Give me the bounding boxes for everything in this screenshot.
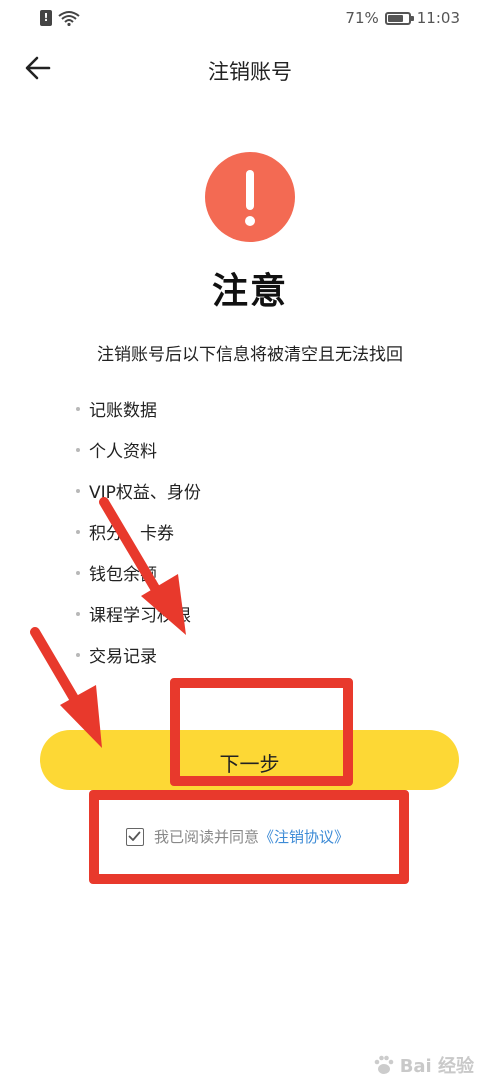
exclamation-icon bbox=[245, 170, 255, 226]
annotation-box-agreement bbox=[89, 790, 409, 884]
status-bar: 71% 11:03 bbox=[0, 0, 500, 40]
list-item-label: 交易记录 bbox=[89, 647, 157, 667]
list-item: VIP权益、身份 bbox=[76, 470, 436, 511]
watermark: Bai 经验 bbox=[372, 1052, 474, 1078]
list-item-label: 积分、卡券 bbox=[89, 524, 174, 544]
annotation-box-button bbox=[170, 678, 353, 786]
list-item-label: VIP权益、身份 bbox=[89, 483, 201, 503]
list-item: 记账数据 bbox=[76, 388, 436, 429]
battery-percent: 71% bbox=[345, 9, 379, 27]
list-item-label: 课程学习权限 bbox=[89, 606, 191, 626]
status-left bbox=[40, 10, 80, 26]
status-right: 71% 11:03 bbox=[345, 9, 460, 27]
list-item-label: 钱包余额 bbox=[89, 565, 157, 585]
warning-heading: 注意 bbox=[211, 271, 288, 312]
bullet-dot bbox=[76, 652, 80, 657]
list-item: 个人资料 bbox=[76, 429, 436, 470]
warning-description: 注销账号后以下信息将被清空且无法找回 bbox=[97, 345, 403, 365]
page-title: 注销账号 bbox=[208, 60, 292, 84]
list-item: 交易记录 bbox=[76, 634, 436, 675]
list-item: 积分、卡券 bbox=[76, 511, 436, 552]
bullet-dot bbox=[76, 488, 80, 493]
list-item: 课程学习权限 bbox=[76, 593, 436, 634]
list-item-label: 个人资料 bbox=[89, 442, 157, 462]
paw-icon bbox=[374, 1055, 393, 1074]
watermark-text: Bai 经验 bbox=[399, 1056, 474, 1077]
clock: 11:03 bbox=[416, 9, 460, 27]
bullet-dot bbox=[76, 447, 80, 452]
battery-icon bbox=[384, 11, 414, 25]
bullet-dot bbox=[76, 406, 80, 411]
nav-bar: 注销账号 bbox=[0, 42, 500, 94]
sim-alert-icon bbox=[40, 10, 52, 26]
bullet-dot bbox=[76, 570, 80, 575]
bullet-dot bbox=[76, 611, 80, 616]
bullet-dot bbox=[76, 529, 80, 534]
list-item-label: 记账数据 bbox=[89, 401, 157, 421]
wifi-icon bbox=[58, 11, 80, 26]
warning-circle bbox=[205, 152, 295, 242]
info-list: 记账数据 个人资料 VIP权益、身份 积分、卡券 钱包余额 课程学习权限 交易记… bbox=[76, 388, 436, 675]
list-item: 钱包余额 bbox=[76, 552, 436, 593]
